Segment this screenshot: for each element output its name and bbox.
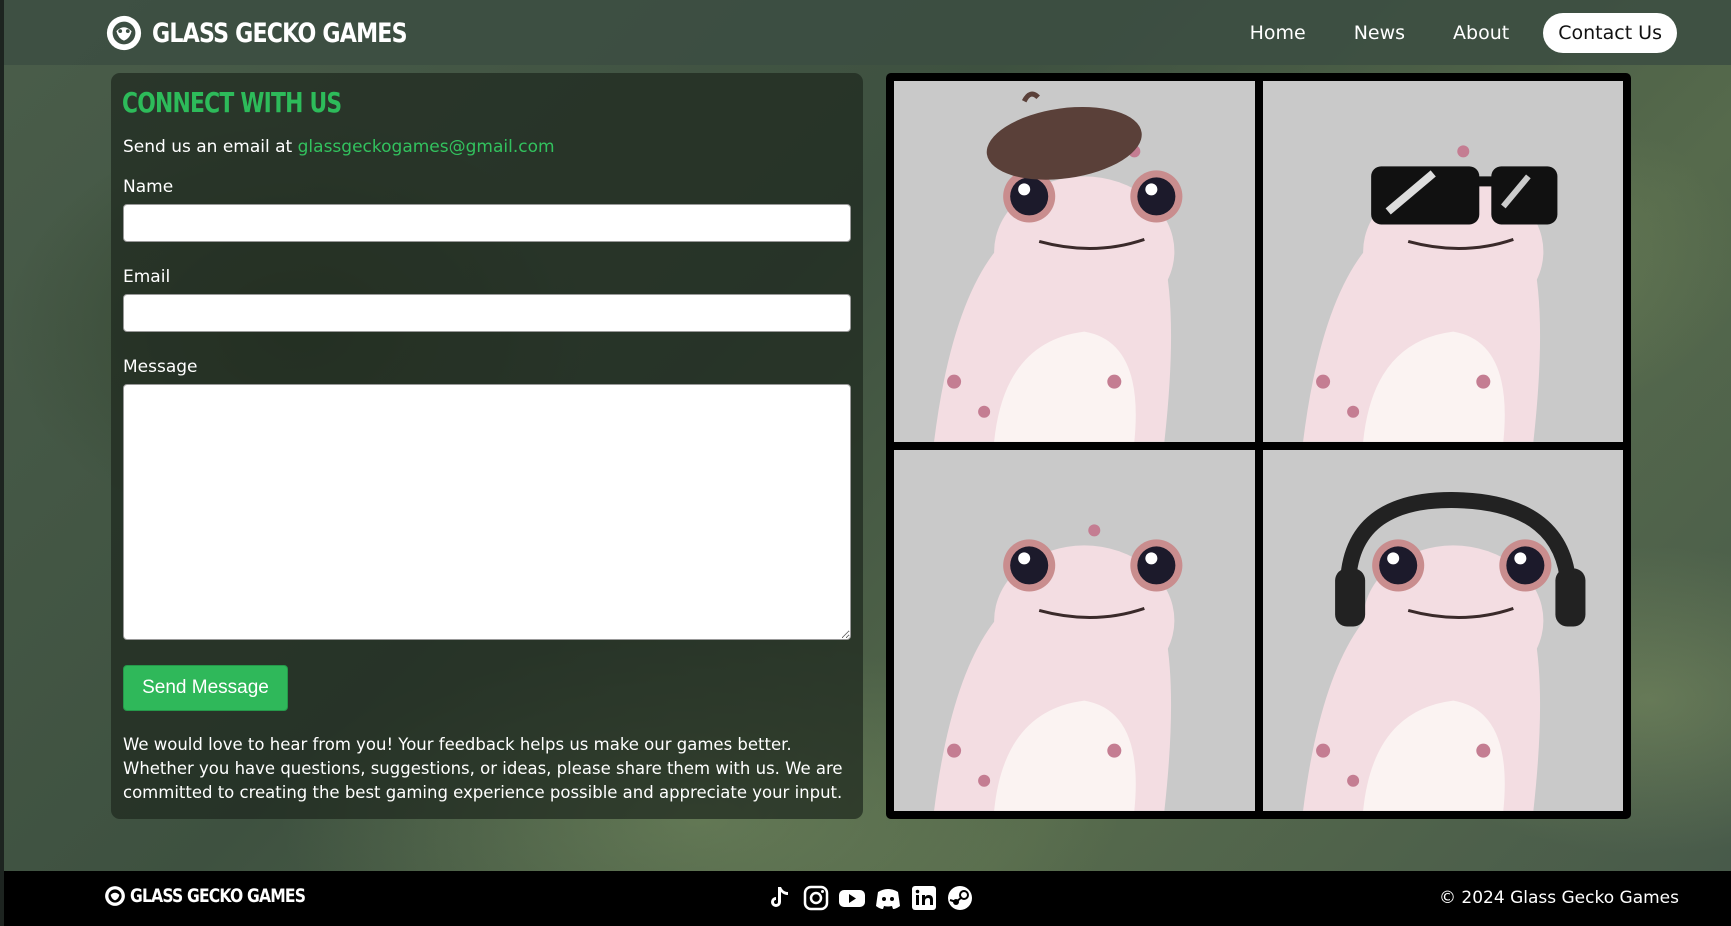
copyright: © 2024 Glass Gecko Games <box>1439 888 1679 908</box>
footer-brand[interactable]: GLASS GECKO GAMES <box>104 885 344 907</box>
feedback-paragraph: We would love to hear from you! Your fee… <box>123 735 843 802</box>
message-field[interactable] <box>123 384 851 640</box>
youtube-icon[interactable] <box>838 884 866 912</box>
send-message-button[interactable]: Send Message <box>123 665 288 711</box>
gallery-image-headphones <box>1262 450 1623 811</box>
gecko-sunglasses-icon <box>1302 145 1557 442</box>
nav-contact[interactable]: Contact Us <box>1543 13 1677 53</box>
brand-name: GLASS GECKO GAMES <box>152 17 408 49</box>
discord-icon[interactable] <box>874 884 902 912</box>
email-field[interactable] <box>123 294 851 332</box>
contact-panel: CONNECT WITH US Send us an email at glas… <box>111 73 863 819</box>
gecko-logo-icon <box>106 15 142 51</box>
email-intro-text: Send us an email at <box>123 137 293 157</box>
nav-about[interactable]: About <box>1453 22 1509 44</box>
main-nav: Home News About Contact Us <box>1202 13 1677 53</box>
gallery-image-beret <box>894 81 1255 442</box>
email-link[interactable]: glassgeckogames@gmail.com <box>298 137 555 157</box>
gecko-gallery <box>886 73 1631 819</box>
instagram-icon[interactable] <box>802 884 830 912</box>
name-field[interactable] <box>123 204 851 242</box>
linkedin-icon[interactable] <box>910 884 938 912</box>
panel-title: CONNECT WITH US <box>122 86 342 119</box>
gecko-beret-icon <box>934 91 1183 442</box>
gallery-image-sunglasses <box>1262 81 1623 442</box>
message-label: Message <box>123 357 198 377</box>
social-links <box>766 884 982 912</box>
gallery-image-plain <box>894 450 1255 811</box>
footer-brand-name: GLASS GECKO GAMES <box>130 885 306 907</box>
gecko-logo-icon <box>105 886 125 906</box>
site-header: GLASS GECKO GAMES Home News About Contac… <box>4 0 1731 65</box>
site-footer: GLASS GECKO GAMES © 2024 Glass Gecko Gam… <box>4 871 1731 926</box>
nav-news[interactable]: News <box>1354 22 1405 44</box>
left-edge <box>0 0 4 926</box>
gecko-plain-icon <box>934 524 1183 811</box>
email-intro: Send us an email at glassgeckogames@gmai… <box>123 137 555 157</box>
tiktok-icon[interactable] <box>766 884 794 912</box>
email-label: Email <box>123 267 171 287</box>
steam-icon[interactable] <box>946 884 974 912</box>
brand-logo[interactable]: GLASS GECKO GAMES <box>104 14 463 52</box>
gecko-headphones-icon <box>1302 492 1585 811</box>
name-label: Name <box>123 177 174 197</box>
nav-home[interactable]: Home <box>1250 22 1306 44</box>
